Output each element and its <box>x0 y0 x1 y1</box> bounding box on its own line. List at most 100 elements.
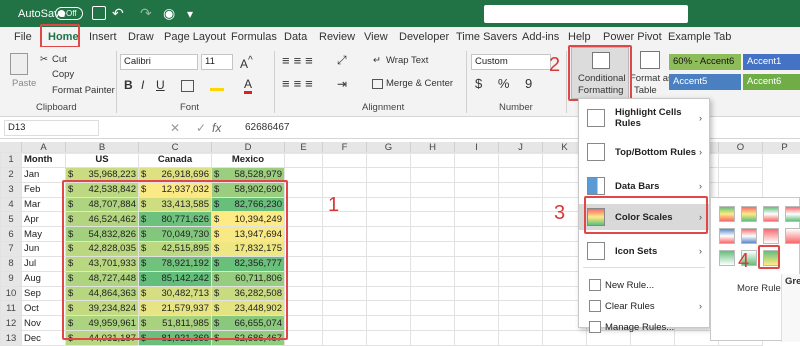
name-box[interactable]: D13 <box>4 120 99 136</box>
grid-cell[interactable] <box>322 285 367 302</box>
row-header[interactable]: 5 <box>0 211 22 228</box>
grid-cell[interactable]: May <box>21 226 66 243</box>
grid-cell[interactable] <box>410 211 455 228</box>
grid-cell[interactable] <box>322 241 367 257</box>
orientation-icon[interactable]: ⤢ <box>337 53 347 68</box>
grid-cell[interactable] <box>366 152 411 168</box>
grid-cell[interactable] <box>366 270 411 287</box>
grid-cell[interactable]: Jul <box>21 255 66 272</box>
tab-time-savers[interactable]: Time Savers <box>456 29 517 45</box>
grid-cell[interactable] <box>284 166 323 183</box>
format-painter-button[interactable]: Format Painter <box>52 85 115 96</box>
style-accent1[interactable]: Accent1 <box>743 54 800 70</box>
grid-cell[interactable] <box>366 196 411 213</box>
grid-cell[interactable] <box>454 211 499 228</box>
row-header[interactable]: 4 <box>0 196 22 213</box>
grid-cell[interactable] <box>498 211 543 228</box>
grid-cell[interactable] <box>410 285 455 302</box>
grid-cell[interactable] <box>366 211 411 228</box>
grid-cell[interactable] <box>410 166 455 183</box>
grid-cell[interactable] <box>366 285 411 302</box>
tab-review[interactable]: Review <box>319 29 355 45</box>
grid-cell[interactable] <box>284 300 323 317</box>
grid-cell[interactable] <box>284 315 323 332</box>
grid-cell[interactable]: Mexico <box>211 152 285 168</box>
grid-cell[interactable] <box>284 330 323 346</box>
row-header[interactable]: 12 <box>0 315 22 332</box>
copy-button[interactable]: Copy <box>52 69 74 80</box>
grid-cell[interactable] <box>322 300 367 317</box>
grid-cell[interactable] <box>454 315 499 332</box>
grid-cell[interactable] <box>284 270 323 287</box>
tab-view[interactable]: View <box>364 29 388 45</box>
grid-cell[interactable] <box>454 255 499 272</box>
grid-cell[interactable] <box>454 270 499 287</box>
grid-cell[interactable] <box>454 330 499 346</box>
format-as-table-label-2[interactable]: Table <box>634 85 657 96</box>
tab-draw[interactable]: Draw <box>128 29 154 45</box>
grid-cell[interactable] <box>498 300 543 317</box>
menu-icon-sets[interactable]: Icon Sets › <box>579 238 709 264</box>
row-header[interactable]: 8 <box>0 255 22 272</box>
color-scale-swatch[interactable] <box>741 206 757 222</box>
row-header[interactable]: 11 <box>0 300 22 317</box>
grid-cell[interactable] <box>410 300 455 317</box>
grid-cell[interactable] <box>498 166 543 183</box>
view-icon[interactable]: ◉ <box>163 0 175 27</box>
grow-font-icon[interactable]: A^ <box>240 55 253 71</box>
grid-cell[interactable] <box>410 226 455 243</box>
grid-cell[interactable]: Sep <box>21 285 66 302</box>
column-header-p[interactable]: P <box>763 142 800 154</box>
row-header[interactable]: 1 <box>0 152 22 168</box>
bold-icon[interactable]: B <box>124 78 133 92</box>
grid-cell[interactable] <box>454 226 499 243</box>
grid-cell[interactable] <box>498 315 543 332</box>
grid-cell[interactable] <box>322 330 367 346</box>
color-scale-swatch[interactable] <box>719 228 735 244</box>
title-search-box[interactable] <box>484 5 688 23</box>
grid-cell[interactable] <box>498 181 543 198</box>
formula-value[interactable]: 62686467 <box>245 122 290 133</box>
tab-power-pivot[interactable]: Power Pivot <box>603 29 662 45</box>
style-accent6[interactable]: Accent6 <box>743 74 800 90</box>
align-top-icons[interactable]: ≡≡≡ <box>282 53 317 68</box>
color-scale-swatch[interactable] <box>741 228 757 244</box>
number-format-dropdown[interactable]: Custom <box>471 54 551 70</box>
grid-cell[interactable] <box>322 226 367 243</box>
color-scale-swatch[interactable] <box>785 206 800 222</box>
grid-cell[interactable] <box>454 196 499 213</box>
insert-function-icon[interactable]: fx <box>212 121 221 135</box>
grid-cell[interactable] <box>454 285 499 302</box>
italic-icon[interactable]: I <box>141 78 144 92</box>
grid-cell[interactable]: Aug <box>21 270 66 287</box>
redo-icon[interactable]: ↷ <box>140 0 152 27</box>
grid-cell[interactable] <box>410 315 455 332</box>
autosave-toggle[interactable]: Off <box>55 7 83 20</box>
menu-top-bottom-rules[interactable]: Top/Bottom Rules › <box>579 139 709 165</box>
grid-cell[interactable] <box>410 196 455 213</box>
wrap-text-button[interactable]: Wrap Text <box>386 55 428 66</box>
tab-example-tab[interactable]: Example Tab <box>668 29 731 45</box>
borders-icon[interactable] <box>181 80 194 92</box>
grid-cell[interactable] <box>284 241 323 257</box>
tab-page-layout[interactable]: Page Layout <box>164 29 226 45</box>
grid-cell[interactable] <box>498 196 543 213</box>
color-scale-swatch[interactable] <box>763 228 779 244</box>
cut-button[interactable]: Cut <box>52 54 67 65</box>
fill-color-icon[interactable] <box>210 81 224 91</box>
more-rules-link[interactable]: More Rules <box>737 283 786 294</box>
grid-cell[interactable] <box>410 270 455 287</box>
grid-cell[interactable]: Oct <box>21 300 66 317</box>
grid-cell[interactable] <box>366 255 411 272</box>
grid-cell[interactable] <box>498 152 543 168</box>
color-scale-swatch[interactable] <box>763 206 779 222</box>
tab-developer[interactable]: Developer <box>399 29 449 45</box>
grid-cell[interactable] <box>366 166 411 183</box>
grid-cell[interactable] <box>498 241 543 257</box>
grid-cell[interactable] <box>454 300 499 317</box>
grid-cell[interactable] <box>410 152 455 168</box>
style-accent5[interactable]: Accent5 <box>669 74 741 90</box>
merge-center-button[interactable]: Merge & Center <box>386 78 453 89</box>
grid-cell[interactable] <box>498 285 543 302</box>
grid-cell[interactable] <box>322 166 367 183</box>
